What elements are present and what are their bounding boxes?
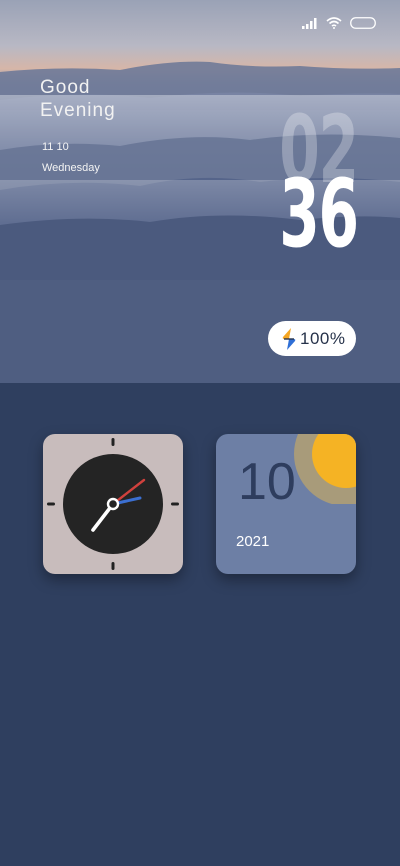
weekday-text: Wednesday [42,162,100,174]
date-text: 11 10 [42,141,69,153]
battery-icon [350,17,376,29]
clock-center [106,497,120,511]
status-bar [302,14,376,32]
signal-icon [302,17,317,29]
tick-12 [111,438,115,446]
greeting: Good Evening [40,76,116,122]
calendar-year: 2021 [236,533,270,550]
lightning-bolt-icon [282,327,296,350]
calendar-widget[interactable]: 10 2021 [216,434,356,574]
clock-minute: 36 [279,160,359,269]
tick-9 [47,502,55,506]
greeting-line-1: Good [40,77,91,98]
analog-clock-widget[interactable] [43,434,183,574]
sun-icon [294,434,356,504]
tick-6 [111,562,115,570]
greeting-line-2: Evening [40,100,116,121]
battery-pill[interactable]: 100% [268,321,356,356]
battery-level-text: 100% [300,328,346,348]
calendar-day: 10 [238,453,296,511]
wifi-icon [326,17,342,29]
tick-3 [171,502,179,506]
